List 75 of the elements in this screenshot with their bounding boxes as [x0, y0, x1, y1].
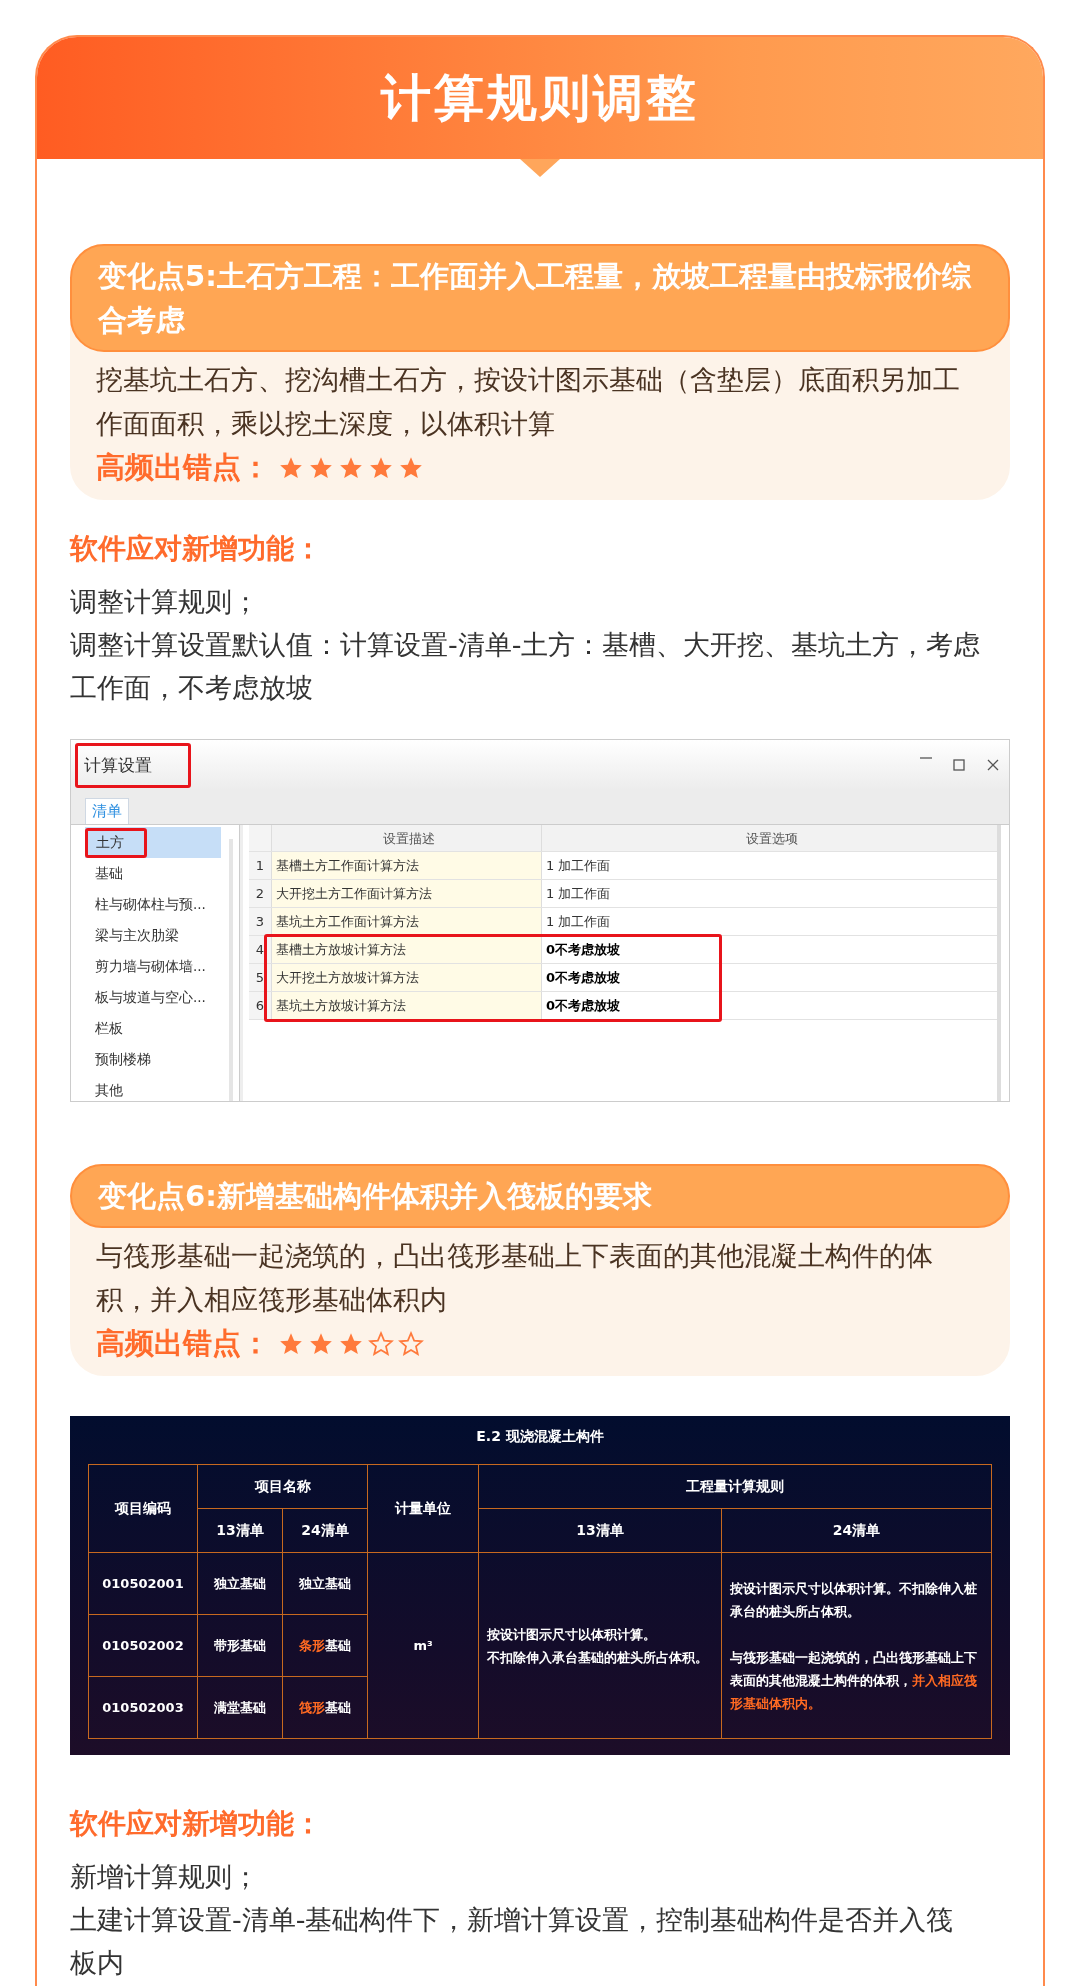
table-cell: 满堂基础 [197, 1676, 283, 1739]
table-cell: 基坑土方放坡计算方法 [272, 992, 542, 1019]
category-item[interactable]: 板与坡道与空心... [85, 984, 226, 1011]
page-title: 计算规则调整 [381, 67, 699, 129]
close-icon [985, 757, 1001, 773]
table-cell: 基槽土方工作面计算方法 [272, 852, 542, 879]
table-cell: 独立基础 [282, 1552, 368, 1615]
rating-label: 高频出错点： [96, 449, 270, 486]
category-item[interactable]: 梁与主次肋梁 [85, 922, 199, 949]
star-icon [278, 1331, 304, 1357]
change-title: 变化点5:土石方工程：工作面并入工程量，放坡工程量由投标报价综合考虑 [70, 244, 1010, 352]
window-title: 计算设置 [75, 742, 191, 788]
table-cell: m³ [367, 1552, 479, 1739]
table-cell-text: 0不考虑放坡 [545, 969, 622, 987]
table-cell: 带形基础 [197, 1614, 283, 1677]
column-header: 项目名称 [197, 1464, 368, 1509]
table-cell: 按设计图示尺寸以体积计算。 不扣除伸入承台基础的桩头所占体积。 [478, 1552, 722, 1739]
section-heading: 软件应对新增功能： [70, 531, 323, 567]
text-line: 新增计算规则； [70, 1860, 260, 1894]
column-header: 24清单 [721, 1508, 992, 1553]
row-number: 6 [249, 992, 272, 1019]
minimize-icon [919, 757, 933, 759]
star-icon [368, 455, 394, 481]
table-cell-text: 1 加工作面 [545, 885, 612, 903]
change-title: 变化点6:新增基础构件体积并入筏板的要求 [70, 1164, 1010, 1228]
table-cell: 按设计图示尺寸以体积计算。不扣除伸入桩承台的桩头所占体积。 与筏形基础一起浇筑的，凸出筏形基础上下表面的其他混凝土构件的体积，并入相应筏形基础体积内。 [721, 1552, 992, 1739]
banner-pointer [520, 159, 560, 177]
category-item[interactable]: 柱与砌体柱与预... [85, 891, 226, 918]
table-cell: 基坑土方工作面计算方法 [272, 908, 542, 935]
column-header: 工程量计算规则 [478, 1464, 992, 1509]
category-item[interactable]: 栏板 [85, 1015, 143, 1042]
row-number: 3 [249, 908, 272, 935]
table-cell-text: 0不考虑放坡 [545, 941, 622, 959]
column-header: 项目编码 [88, 1464, 198, 1553]
column-header: 13清单 [478, 1508, 722, 1553]
table-cell-text: 1 加工作面 [545, 913, 612, 931]
table-cell: 010502002 [88, 1614, 198, 1677]
rating-label: 高频出错点： [96, 1325, 270, 1362]
table-cell: 010502001 [88, 1552, 198, 1615]
text-line: 土建计算设置-清单-基础构件下，新增计算设置，控制基础构件是否并入筏板内 [70, 1903, 955, 1980]
column-header: 计量单位 [367, 1464, 479, 1553]
row-number: 5 [249, 964, 272, 991]
text-line: 调整计算设置默认值：计算设置-清单-土方：基槽、大开挖、基坑土方，考虑工作面，不考虑放坡 [70, 628, 982, 705]
tab[interactable]: 清单 [85, 798, 129, 824]
category-item[interactable]: 预制楼梯 [85, 1046, 171, 1073]
category-item[interactable]: 基础 [85, 860, 143, 887]
description: 与筏形基础一起浇筑的，凸出筏形基础上下表面的其他混凝土构件的体积，并入相应筏形基础体积内 [96, 1239, 934, 1317]
description: 挖基坑土石方、挖沟槽土石方，按设计图示基础（含垫层）底面积另加工作面面积，乘以挖土深度，以体积计算 [96, 363, 961, 441]
section-heading: 软件应对新增功能： [70, 1806, 323, 1842]
star-icon [338, 455, 364, 481]
star-outline-icon [398, 1331, 424, 1357]
table-cell-text: 0不考虑放坡 [545, 997, 622, 1015]
table-title: E.2 现浇混凝土构件 [475, 1428, 605, 1446]
column-header: 设置描述 [272, 825, 542, 851]
category-item[interactable]: 剪力墙与砌体墙... [85, 953, 226, 980]
category-item[interactable]: 土方 [85, 827, 147, 858]
column-header: 13清单 [197, 1508, 283, 1553]
star-icon [308, 455, 334, 481]
row-number: 2 [249, 880, 272, 907]
text-line: 调整计算规则； [70, 585, 260, 619]
star-icon [308, 1331, 334, 1357]
star-outline-icon [368, 1331, 394, 1357]
column-header: 设置选项 [744, 830, 799, 848]
star-icon [278, 455, 304, 481]
star-icon [338, 1331, 364, 1357]
star-icon [398, 455, 424, 481]
table-cell: 大开挖土方工作面计算方法 [272, 880, 542, 907]
maximize-icon [951, 757, 967, 773]
table-cell-text: 1 加工作面 [545, 857, 612, 875]
table-cell: 独立基础 [197, 1552, 283, 1615]
row-number: 1 [249, 852, 272, 879]
table-cell: 010502003 [88, 1676, 198, 1739]
category-item[interactable]: 其他 [85, 1077, 143, 1101]
table-cell: 大开挖土方放坡计算方法 [272, 964, 542, 991]
table-cell: 基槽土方放坡计算方法 [272, 936, 542, 963]
